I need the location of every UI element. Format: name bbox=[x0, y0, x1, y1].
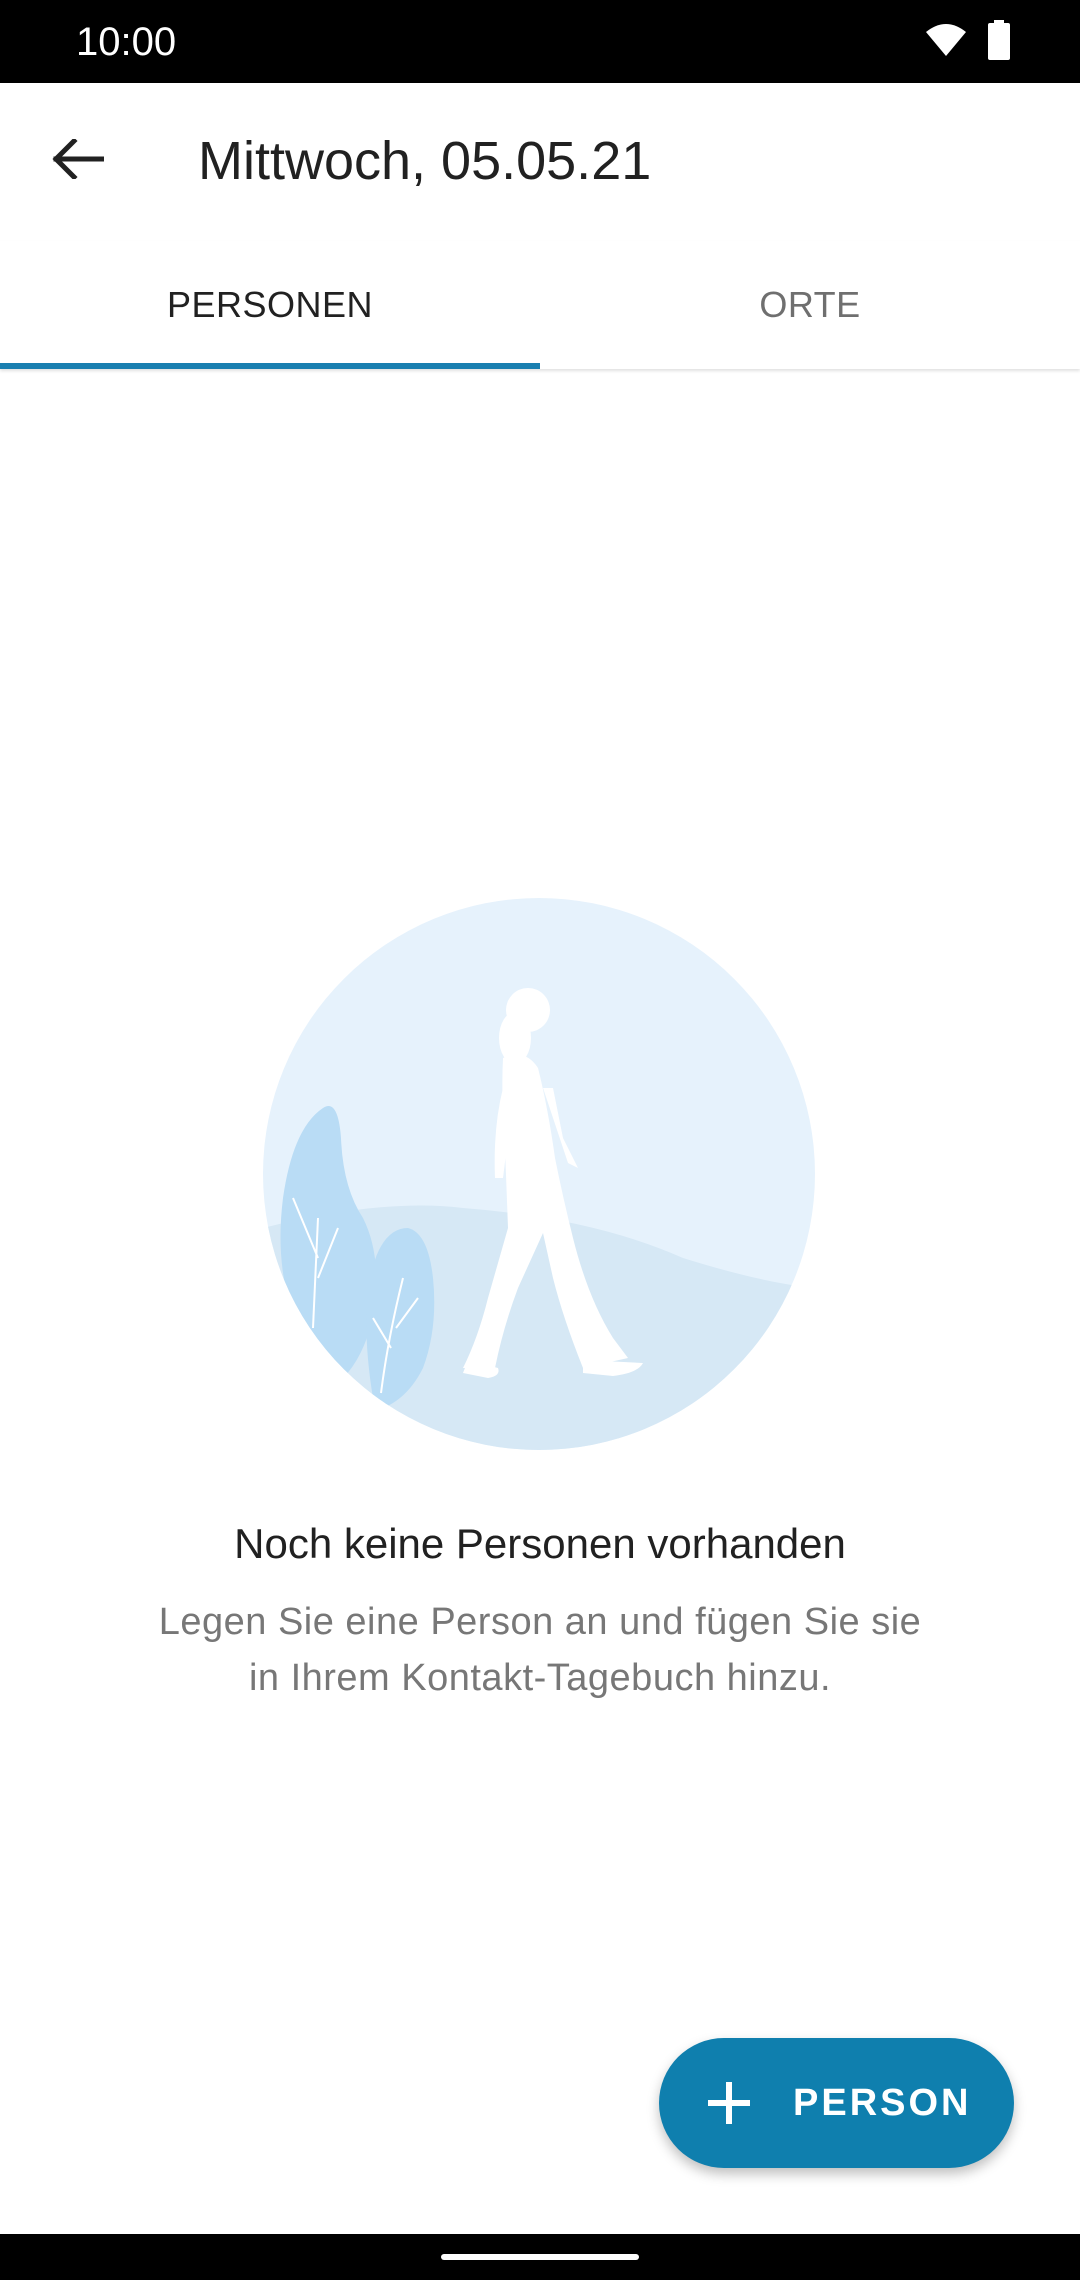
tab-personen[interactable]: PERSONEN bbox=[0, 241, 540, 369]
tab-indicator bbox=[0, 363, 540, 369]
person-walking-illustration bbox=[263, 898, 815, 1450]
page-title: Mittwoch, 05.05.21 bbox=[198, 131, 652, 191]
fab-label: PERSON bbox=[793, 2082, 972, 2124]
back-button[interactable] bbox=[36, 119, 120, 203]
navigation-bar bbox=[0, 2234, 1080, 2280]
empty-state-title: Noch keine Personen vorhanden bbox=[234, 1520, 846, 1567]
tab-label: ORTE bbox=[759, 284, 861, 325]
status-icons bbox=[924, 19, 1010, 65]
wifi-icon bbox=[924, 22, 968, 63]
tab-orte[interactable]: ORTE bbox=[540, 241, 1080, 369]
status-bar: 10:00 bbox=[0, 0, 1080, 83]
empty-state-body: Legen Sie eine Person an und fügen Sie s… bbox=[158, 1601, 922, 1699]
add-person-button[interactable]: PERSON bbox=[659, 2038, 1014, 2168]
tab-label: PERSONEN bbox=[166, 284, 374, 325]
app-bar: Mittwoch, 05.05.21 bbox=[0, 83, 1080, 241]
plus-icon bbox=[705, 2079, 753, 2127]
status-time: 10:00 bbox=[76, 20, 177, 64]
arrow-back-icon bbox=[52, 136, 105, 184]
home-handle[interactable] bbox=[441, 2254, 639, 2260]
tab-bar: PERSONEN ORTE bbox=[0, 241, 1080, 369]
battery-icon bbox=[988, 19, 1010, 65]
screen: 10:00 Mittwoch, 05.05.21 PERSONEN ORTE N… bbox=[0, 0, 1080, 2280]
